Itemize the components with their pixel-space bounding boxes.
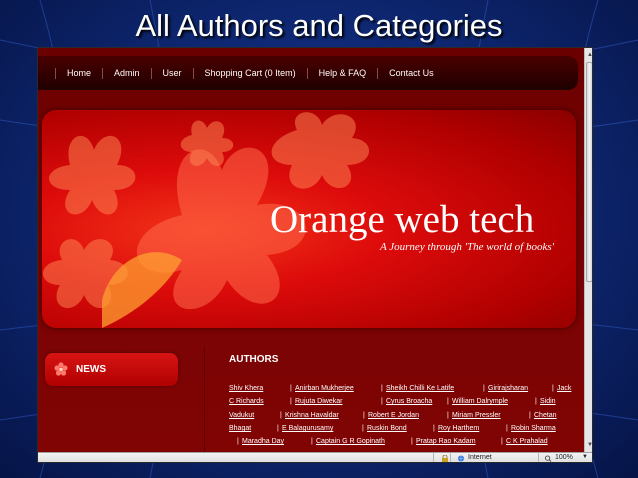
author-link[interactable]: Miriam Pressler (452, 412, 501, 419)
author-separator: | (290, 385, 292, 392)
browser-window: Home Admin User Shopping Cart (0 Item) H… (37, 47, 593, 463)
author-link[interactable]: C Richards (229, 398, 264, 405)
flower-icon (54, 362, 68, 376)
author-separator: | (483, 385, 485, 392)
author-link[interactable]: E Balagurusamy (282, 425, 333, 432)
scroll-up-icon[interactable]: ▲ (585, 50, 592, 60)
news-panel[interactable]: NEWS (45, 353, 178, 386)
author-separator: | (447, 412, 449, 419)
author-link[interactable]: Sheikh Chilli Ke Latife (386, 385, 454, 392)
status-zone-label: Internet (468, 454, 492, 461)
nav-item-home: Home (44, 67, 91, 79)
zoom-level-label[interactable]: 100% (555, 454, 573, 461)
news-heading: NEWS (76, 364, 106, 375)
authors-heading: AUTHORS (229, 354, 279, 365)
author-separator: | (552, 385, 554, 392)
nav-separator (55, 67, 56, 79)
scroll-thumb[interactable] (586, 62, 592, 282)
author-separator: | (381, 398, 383, 405)
nav-item-help: Help & FAQ (296, 67, 367, 79)
author-link[interactable]: William Dalrymple (452, 398, 508, 405)
author-separator: | (362, 425, 364, 432)
author-link[interactable]: Sidin (540, 398, 556, 405)
nav-separator (377, 67, 379, 79)
web-page-viewport: Home Admin User Shopping Cart (0 Item) H… (38, 48, 584, 452)
status-divider (433, 453, 434, 462)
nav-link-help-faq[interactable]: Help & FAQ (319, 68, 367, 78)
author-separator: | (311, 438, 313, 445)
nav-item-user: User (140, 67, 182, 79)
browser-status-bar: Internet 100% ▼ (38, 452, 592, 462)
author-separator: | (535, 398, 537, 405)
author-link[interactable]: Rujuta Diwekar (295, 398, 342, 405)
zoom-dropdown-icon[interactable]: ▼ (582, 454, 588, 460)
nav-link-user[interactable]: User (163, 68, 182, 78)
nav-link-admin[interactable]: Admin (114, 68, 140, 78)
nav-item-admin: Admin (91, 67, 140, 79)
internet-globe-icon (457, 455, 465, 462)
nav-separator (150, 67, 152, 79)
zoom-magnifier-icon (544, 455, 552, 462)
author-separator: | (447, 398, 449, 405)
hero-banner: Orange web tech A Journey through 'The w… (42, 110, 576, 328)
nav-item-contact: Contact Us (366, 67, 434, 79)
status-divider (450, 453, 451, 462)
author-separator: | (506, 425, 508, 432)
author-separator: | (280, 412, 282, 419)
author-link[interactable]: Maradha Day (242, 438, 284, 445)
nav-item-cart: Shopping Cart (0 Item) (182, 67, 296, 79)
nav-separator (306, 67, 308, 79)
author-separator: | (237, 438, 239, 445)
author-separator: | (363, 412, 365, 419)
nav-link-shopping-cart[interactable]: Shopping Cart (0 Item) (205, 68, 296, 78)
author-link[interactable]: Robert E Jordan (368, 412, 419, 419)
nav-link-home[interactable]: Home (67, 68, 91, 78)
author-link[interactable]: Shiv Khera (229, 385, 263, 392)
author-link[interactable]: Vadukut (229, 412, 254, 419)
security-lock-icon (442, 455, 448, 462)
author-separator: | (433, 425, 435, 432)
nav-link-contact-us[interactable]: Contact Us (389, 68, 434, 78)
author-separator: | (529, 412, 531, 419)
site-tagline: A Journey through 'The world of books' (380, 241, 554, 253)
author-separator: | (381, 385, 383, 392)
site-logo-title: Orange web tech (270, 198, 535, 241)
author-link[interactable]: Bhagat (229, 425, 251, 432)
author-separator: | (277, 425, 279, 432)
author-separator: | (290, 398, 292, 405)
author-link[interactable]: Anirban Mukherjee (295, 385, 354, 392)
author-separator: | (411, 438, 413, 445)
author-link[interactable]: Roy Harthem (438, 425, 479, 432)
author-link[interactable]: Pratap Rao Kadam (416, 438, 476, 445)
author-separator: | (501, 438, 503, 445)
status-divider (538, 453, 539, 462)
author-link[interactable]: Cyrus Broacha (386, 398, 432, 405)
top-navigation-bar: Home Admin User Shopping Cart (0 Item) H… (38, 56, 578, 90)
author-link[interactable]: Girirajsharan (488, 385, 528, 392)
author-link[interactable]: C K Prahalad (506, 438, 548, 445)
author-link[interactable]: Ruskin Bond (367, 425, 407, 432)
author-link[interactable]: Krishna Havaldar (285, 412, 339, 419)
vertical-scrollbar[interactable]: ▲ ▼ (584, 48, 592, 452)
slide-title: All Authors and Categories (135, 8, 503, 43)
author-link[interactable]: Captain G R Gopinath (316, 438, 385, 445)
scroll-down-icon[interactable]: ▼ (585, 440, 592, 450)
nav-separator (192, 67, 194, 79)
nav-separator (102, 67, 104, 79)
column-divider (204, 348, 205, 452)
author-link[interactable]: Chetan (534, 412, 557, 419)
author-link[interactable]: Robin Sharma (511, 425, 556, 432)
author-link[interactable]: Jack (557, 385, 571, 392)
